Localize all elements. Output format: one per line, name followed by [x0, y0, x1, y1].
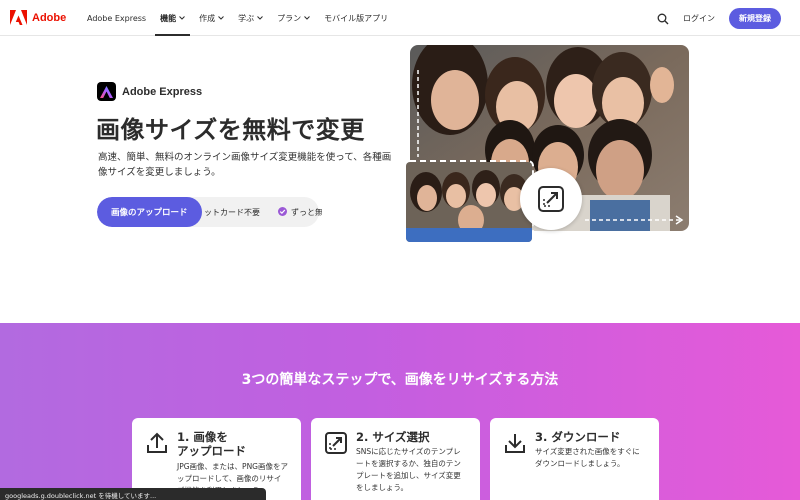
nav-mobile-app[interactable]: モバイル版アプリ [317, 0, 395, 36]
free-forever-text: ずっと無 [291, 208, 322, 217]
hero-photo-resized [404, 160, 534, 244]
adobe-logo-icon [10, 10, 27, 25]
step-title-line: アップロード [177, 444, 246, 458]
header-actions: ログイン 新規登録 [657, 8, 781, 29]
upload-image-button[interactable]: 画像のアップロード [97, 197, 202, 227]
desc-line: JPG画像、または、PNG画像をア [177, 462, 288, 471]
adobe-express-icon [97, 82, 116, 101]
nav-adobe-express[interactable]: Adobe Express [80, 0, 153, 36]
step-description: サイズ変更された画像をすぐに ダウンロードしましょう。 [535, 446, 640, 470]
desc-line: ダウンロードしましょう。 [535, 459, 625, 468]
signup-button[interactable]: 新規登録 [729, 8, 781, 29]
no-credit-card-text: ットカード不要 [204, 208, 260, 217]
desc-line: ートを選択するか、独自のテン [356, 459, 461, 468]
desc-line: サイズ変更された画像をすぐに [535, 447, 640, 456]
resize-badge [520, 168, 582, 230]
adobe-express-brand: Adobe Express [97, 82, 202, 101]
nav-label: 作成 [199, 13, 216, 23]
top-nav-bar: Adobe Adobe Express 機能 作成 学ぶ プラン モバイル版アプ… [0, 0, 800, 36]
download-icon [505, 434, 525, 453]
chevron-down-icon [257, 16, 263, 20]
nav-create[interactable]: 作成 [192, 0, 231, 36]
adobe-logo[interactable]: Adobe [10, 10, 66, 25]
nav-label: プラン [277, 13, 302, 23]
desc-line: ップロードして、画像のリサイ [177, 474, 282, 483]
cta-row: ットカード不要 ずっと無 画像のアップロード [97, 197, 322, 227]
step-title-line: 1. 画像を [177, 430, 228, 444]
login-link[interactable]: ログイン [683, 13, 715, 24]
chevron-down-icon [218, 16, 224, 20]
step-card-download: 3. ダウンロード サイズ変更された画像をすぐに ダウンロードしましょう。 [490, 418, 659, 500]
chevron-down-icon [304, 16, 310, 20]
main-nav: Adobe Express 機能 作成 学ぶ プラン モバイル版アプリ [80, 0, 395, 36]
step-title: 2. サイズ選択 [356, 430, 430, 444]
nav-label: Adobe Express [87, 13, 147, 23]
steps-section: 3つの簡単なステップで、画像をリサイズする方法 1. 画像を アップロード JP… [0, 323, 800, 500]
adobe-logo-text: Adobe [32, 11, 67, 24]
step-title: 1. 画像を アップロード [177, 430, 246, 458]
chevron-down-icon [179, 16, 185, 20]
resize-icon [325, 432, 347, 454]
nav-plans[interactable]: プラン [270, 0, 317, 36]
step-title: 3. ダウンロード [535, 430, 621, 444]
desc-line: をしましょう。 [356, 483, 409, 492]
nav-label: 学ぶ [238, 13, 255, 23]
desc-line: プレートを追加し、サイズ変更 [356, 471, 461, 480]
step-card-size: 2. サイズ選択 SNSに応じたサイズのテンプレ ートを選択するか、独自のテン … [311, 418, 480, 500]
nav-learn[interactable]: 学ぶ [231, 0, 270, 36]
check-circle-icon [278, 207, 287, 216]
upload-icon [147, 432, 167, 453]
nav-label: 機能 [160, 13, 177, 23]
nav-features[interactable]: 機能 [153, 0, 192, 36]
nav-label: モバイル版アプリ [324, 13, 389, 23]
desc-line: SNSに応じたサイズのテンプレ [356, 447, 461, 456]
browser-status-bar: googleads.g.doubleclick.net を待機しています... [0, 488, 266, 500]
hero-description: 高速、簡単、無料のオンライン画像サイズ変更機能を使って、各種画像サイズを変更しま… [98, 152, 392, 178]
resize-icon [538, 186, 564, 212]
page-title: 画像サイズを無料で変更 [96, 116, 365, 144]
search-icon[interactable] [657, 13, 669, 25]
resized-selfie-image [406, 162, 532, 242]
steps-heading: 3つの簡単なステップで、画像をリサイズする方法 [241, 372, 559, 388]
brand-name: Adobe Express [122, 85, 203, 98]
step-description: SNSに応じたサイズのテンプレ ートを選択するか、独自のテン プレートを追加し、… [356, 446, 461, 494]
